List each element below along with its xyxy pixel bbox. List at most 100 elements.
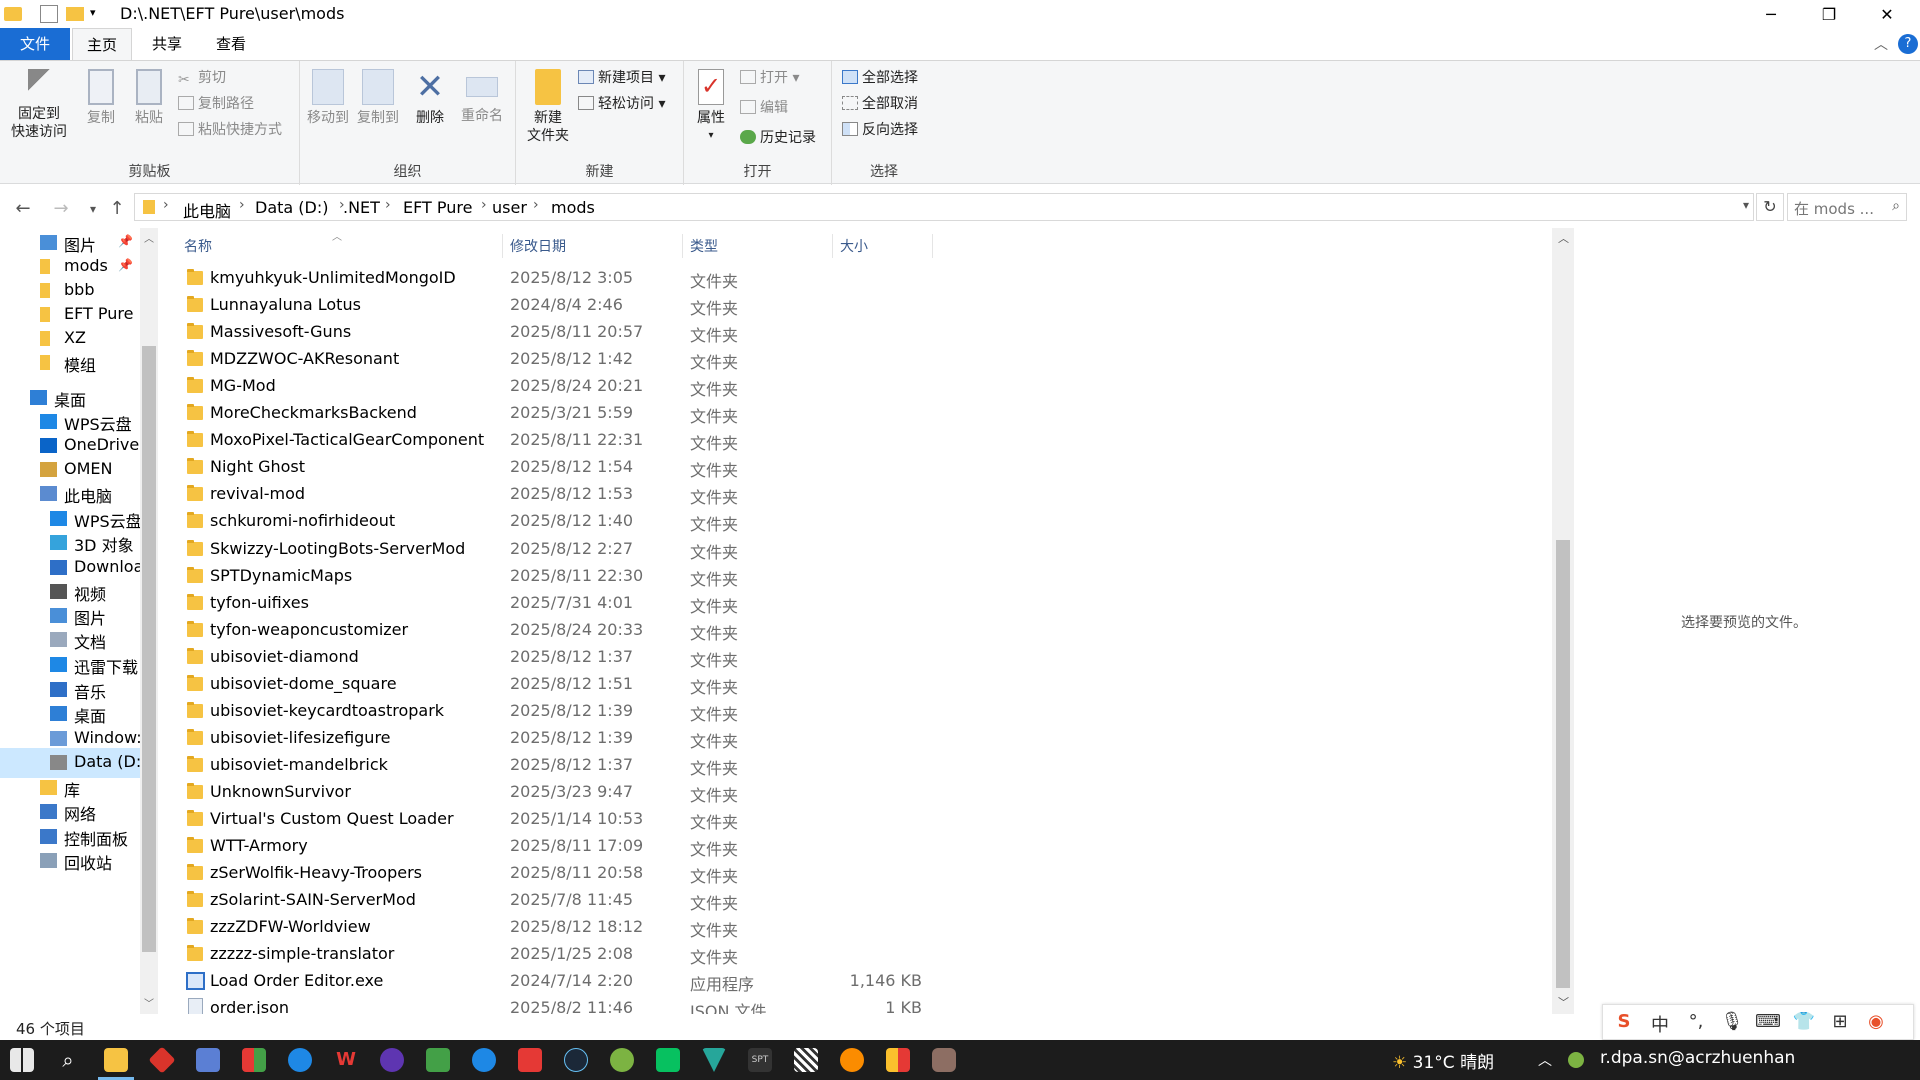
- up-arrow-icon[interactable]: ↑: [104, 196, 130, 222]
- column-header-date[interactable]: 修改日期: [510, 236, 566, 256]
- file-row[interactable]: ubisoviet-diamond 2025/8/12 1:37 文件夹: [182, 644, 1102, 671]
- sogou-logo-icon[interactable]: S: [1611, 1011, 1637, 1032]
- nav-item[interactable]: 回收站: [0, 846, 140, 876]
- easy-access-button[interactable]: 轻松访问 ▾: [578, 93, 665, 115]
- more-icon[interactable]: ◉: [1863, 1011, 1889, 1032]
- file-row[interactable]: zSolarint-SAIN-ServerMod 2025/7/8 11:45 文件…: [182, 887, 1102, 914]
- file-row[interactable]: MoreCheckmarksBackend 2025/3/21 5:59 文件夹: [182, 400, 1102, 427]
- edit-button[interactable]: 编辑: [740, 97, 788, 119]
- search-input[interactable]: 在 mods ... ⌕: [1787, 193, 1907, 221]
- file-row[interactable]: Skwizzy-LootingBots-ServerMod 2025/8/12 2…: [182, 536, 1102, 563]
- cut-button[interactable]: ✂ 剪切: [178, 67, 226, 89]
- invert-selection-button[interactable]: 反向选择: [842, 119, 918, 141]
- wps-icon[interactable]: W: [334, 1048, 358, 1072]
- tray-expand-icon[interactable]: ︿: [1538, 1050, 1552, 1070]
- app-red-icon[interactable]: [148, 1046, 176, 1074]
- breadcrumb-eft-pure[interactable]: EFT Pure: [403, 198, 472, 217]
- recent-locations-icon[interactable]: ▾: [80, 196, 106, 222]
- address-bar[interactable]: › 此电脑 › Data (D:) › .NET › EFT Pure › us…: [134, 193, 1754, 221]
- move-to-button[interactable]: 移动到: [304, 67, 352, 127]
- scroll-up-icon[interactable]: ︿: [144, 230, 154, 245]
- app-green-icon[interactable]: [426, 1048, 450, 1072]
- wechat-icon[interactable]: [656, 1048, 680, 1072]
- new-folder-button[interactable]: 新建 文件夹: [522, 67, 574, 145]
- forward-arrow-icon[interactable]: →: [48, 196, 74, 222]
- delete-button[interactable]: ✕ 删除: [410, 67, 450, 127]
- breadcrumb-this-pc[interactable]: 此电脑: [183, 198, 231, 222]
- help-icon[interactable]: ?: [1898, 34, 1918, 54]
- tab-home[interactable]: 主页: [72, 28, 133, 60]
- new-folder-quick-icon[interactable]: [66, 7, 84, 21]
- tab-view[interactable]: 查看: [202, 28, 260, 60]
- column-header-type[interactable]: 类型: [690, 236, 718, 256]
- chevron-right-icon[interactable]: ›: [239, 197, 245, 213]
- column-divider[interactable]: [502, 234, 503, 258]
- tab-share[interactable]: 共享: [138, 28, 196, 60]
- spt-icon[interactable]: SPT: [748, 1048, 772, 1072]
- file-row[interactable]: Virtual's Custom Quest Loader 2025/1/14 1…: [182, 806, 1102, 833]
- youdao-icon[interactable]: [518, 1048, 542, 1072]
- app-teal-icon[interactable]: [702, 1048, 726, 1072]
- file-row[interactable]: kmyuhkyuk-UnlimitedMongoID 2025/8/12 3:05…: [182, 265, 1102, 292]
- chevron-right-icon[interactable]: ›: [385, 197, 391, 213]
- file-explorer-icon[interactable]: [98, 1048, 134, 1080]
- file-row[interactable]: Massivesoft-Guns 2025/8/11 20:57 文件夹: [182, 319, 1102, 346]
- edge-icon[interactable]: [472, 1048, 496, 1072]
- steam-icon[interactable]: [564, 1048, 588, 1072]
- column-divider[interactable]: [932, 234, 933, 258]
- file-row[interactable]: Night Ghost 2025/8/12 1:54 文件夹: [182, 454, 1102, 481]
- nav-item[interactable]: 模组: [0, 348, 140, 378]
- paste-shortcut-button[interactable]: 粘贴快捷方式: [178, 119, 282, 141]
- file-row[interactable]: tyfon-uifixes 2025/7/31 4:01 文件夹: [182, 590, 1102, 617]
- file-row[interactable]: zzzzz-simple-translator 2025/1/25 2:08 文件夹: [182, 941, 1102, 968]
- paste-button[interactable]: 粘贴: [126, 67, 172, 127]
- pin-quick-access-button[interactable]: 固定到 快速访问: [6, 67, 72, 141]
- search-icon[interactable]: ⌕: [56, 1048, 80, 1072]
- properties-button[interactable]: ✓ 属性 ▾: [688, 67, 734, 145]
- file-row[interactable]: MoxoPixel-TacticalGearComponent 2025/8/11…: [182, 427, 1102, 454]
- tray-app-icon[interactable]: [1568, 1052, 1584, 1068]
- select-none-button[interactable]: 全部取消: [842, 93, 918, 115]
- file-row[interactable]: MG-Mod 2025/8/24 20:21 文件夹: [182, 373, 1102, 400]
- file-row[interactable]: Load Order Editor.exe 2024/7/14 2:20 应用程序 1…: [182, 968, 1102, 995]
- app-purple-icon[interactable]: [380, 1048, 404, 1072]
- file-list-scroll-thumb[interactable]: [1556, 540, 1570, 988]
- file-row[interactable]: tyfon-weaponcustomizer 2025/8/24 20:33 文件夹: [182, 617, 1102, 644]
- toolbox-icon[interactable]: ⊞: [1827, 1011, 1853, 1032]
- address-dropdown-icon[interactable]: ▾: [1743, 198, 1749, 212]
- column-divider[interactable]: [682, 234, 683, 258]
- file-row[interactable]: revival-mod 2025/8/12 1:53 文件夹: [182, 481, 1102, 508]
- tab-file[interactable]: 文件: [0, 28, 70, 60]
- refresh-icon[interactable]: ↻: [1756, 193, 1784, 221]
- rename-button[interactable]: 重命名: [456, 67, 508, 125]
- app-blue-circle-icon[interactable]: [288, 1048, 312, 1072]
- back-arrow-icon[interactable]: ←: [10, 196, 36, 222]
- qr-icon[interactable]: [794, 1048, 818, 1072]
- minimize-button[interactable]: ─: [1742, 0, 1800, 28]
- file-row[interactable]: zzzZDFW-Worldview 2025/8/12 18:12 文件夹: [182, 914, 1102, 941]
- column-divider[interactable]: [832, 234, 833, 258]
- customize-quick-access-icon[interactable]: ▾: [90, 6, 96, 19]
- breadcrumb-data-d[interactable]: Data (D:): [255, 198, 328, 217]
- column-header-name[interactable]: 名称: [184, 236, 212, 256]
- breadcrumb-mods[interactable]: mods: [551, 198, 595, 217]
- properties-quick-icon[interactable]: [40, 5, 58, 23]
- nav-scroll-thumb[interactable]: [142, 346, 156, 952]
- app-multicolor-icon[interactable]: [242, 1048, 266, 1072]
- column-header-size[interactable]: 大小: [840, 236, 868, 256]
- windows-start-icon[interactable]: [10, 1048, 34, 1072]
- copy-button[interactable]: 复制: [78, 67, 124, 127]
- app-owl-icon[interactable]: [932, 1048, 956, 1072]
- scroll-down-icon[interactable]: ﹀: [1558, 994, 1569, 1010]
- file-row[interactable]: Lunnayaluna Lotus 2024/8/4 2:46 文件夹: [182, 292, 1102, 319]
- file-row[interactable]: MDZZWOC-AKResonant 2025/8/12 1:42 文件夹: [182, 346, 1102, 373]
- open-button[interactable]: 打开 ▾: [740, 67, 799, 89]
- app-green-circle-icon[interactable]: [610, 1048, 634, 1072]
- file-row[interactable]: SPTDynamicMaps 2025/8/11 22:30 文件夹: [182, 563, 1102, 590]
- close-button[interactable]: ✕: [1858, 0, 1916, 28]
- copy-to-button[interactable]: 复制到: [354, 67, 402, 127]
- chevron-right-icon[interactable]: ›: [481, 197, 487, 213]
- skin-icon[interactable]: 👕: [1791, 1011, 1817, 1032]
- weather-widget[interactable]: ☀ 31°C 晴朗: [1392, 1048, 1494, 1073]
- file-row[interactable]: schkuromi-nofirhideout 2025/8/12 1:40 文件夹: [182, 508, 1102, 535]
